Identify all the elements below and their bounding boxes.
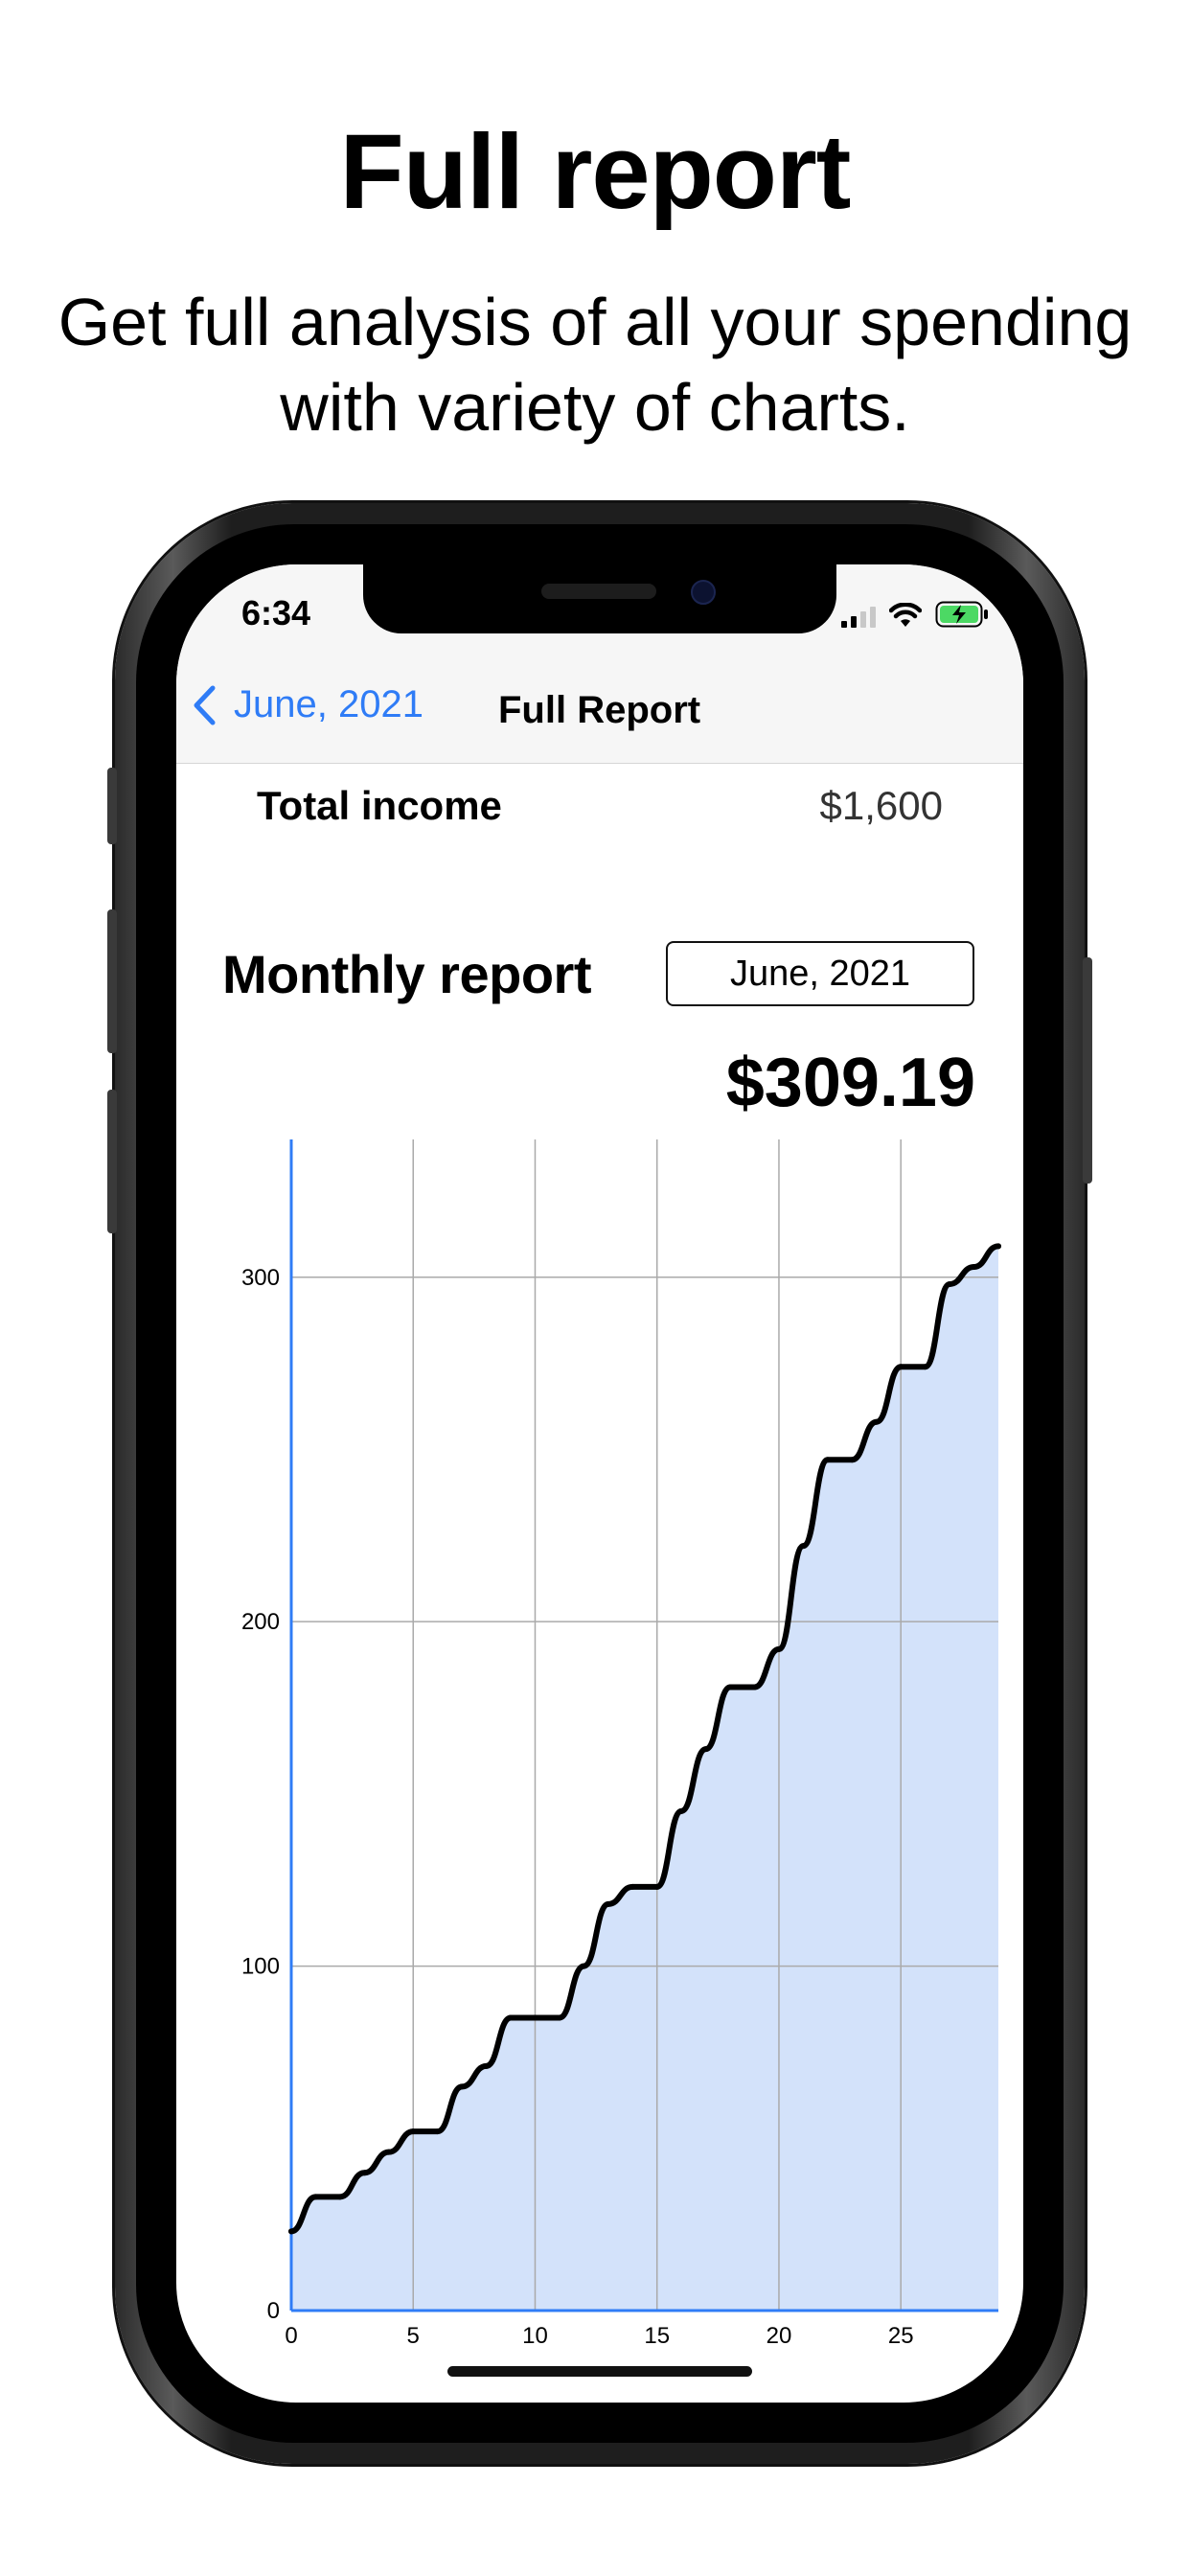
volume-down-button [107,1090,117,1233]
chart-data-point [336,2194,343,2200]
chart-data-point [288,2228,294,2235]
chart-data-point [678,1807,685,1814]
chart-data-point [459,2083,466,2090]
chart-y-tick-label: 200 [241,1609,280,1635]
chart-y-tick-label: 100 [241,1954,280,1980]
chart-data-point [727,1684,734,1690]
cellular-signal-icon [841,607,876,628]
total-income-row: Total income $1,600 [257,783,943,829]
chart-y-tick-label: 300 [241,1265,280,1291]
back-button[interactable]: June, 2021 [192,683,423,726]
power-button [1083,957,1092,1184]
chart-data-point [922,1364,928,1370]
chart-data-point [483,2062,490,2069]
chart-x-tick-label: 15 [644,2323,670,2349]
promo-title: Full report [339,113,852,231]
chart-data-point [361,2170,368,2176]
phone-frame: 6:34 June, 2021 Full Report Total income… [107,503,1092,2464]
chart-data-point [434,2128,441,2135]
chart-data-point [800,1543,807,1550]
nav-title: Full Report [498,689,701,731]
chart-data-point [873,1418,880,1425]
chart-x-tick-label: 20 [767,2323,792,2349]
chart-data-point [605,1900,611,1907]
battery-charging-icon [935,601,988,628]
chart-data-point [312,2194,319,2200]
chart-data-point [556,2014,562,2021]
phone-screen: 6:34 June, 2021 Full Report Total income… [176,564,1023,2403]
chart-data-point [410,2128,417,2135]
status-time: 6:34 [241,593,311,632]
chart-data-point [385,2149,392,2155]
home-indicator[interactable] [447,2366,752,2377]
chart-x-tick-label: 5 [407,2323,420,2349]
chart-data-point [702,1746,709,1753]
chart-data-point [508,2014,515,2021]
chart-data-point [824,1457,831,1463]
navigation-bar: June, 2021 Full Report [176,660,1023,764]
chart-data-point [532,2014,538,2021]
total-income-value: $1,600 [819,783,943,828]
chart-data-point [947,1280,953,1287]
status-icons [841,601,989,628]
chart-data-point [849,1457,856,1463]
chevron-left-icon [194,685,216,724]
volume-up-button [107,909,117,1053]
chart-x-tick-label: 0 [285,2323,297,2349]
promo-subtitle: Get full analysis of all your spending w… [57,285,1133,445]
chart-data-point [775,1645,782,1652]
total-income-label: Total income [257,783,502,828]
notch [363,564,836,633]
chart-data-point [653,1883,660,1890]
chart-data-point [629,1883,636,1890]
back-label: June, 2021 [234,683,423,725]
month-picker-label: June, 2021 [729,953,911,994]
front-camera [691,580,716,605]
chart-data-point [971,1263,977,1270]
chart-data-point [581,1963,587,1969]
silent-switch [107,768,117,844]
chart-data-point [751,1684,758,1690]
chart-data-point [995,1243,1001,1250]
chart-y-tick-label: 0 [267,2298,280,2324]
spending-area-chart: 0 5 10 15 20 25 0 100 200 300 [241,1139,1001,2349]
month-picker-button[interactable]: June, 2021 [666,941,974,1006]
monthly-total-amount: $309.19 [725,1045,975,1121]
chart-x-tick-label: 25 [888,2323,914,2349]
chart-x-tick-label: 10 [522,2323,548,2349]
wifi-icon [889,603,922,627]
monthly-report-title: Monthly report [222,944,591,1004]
chart-data-point [898,1364,904,1370]
